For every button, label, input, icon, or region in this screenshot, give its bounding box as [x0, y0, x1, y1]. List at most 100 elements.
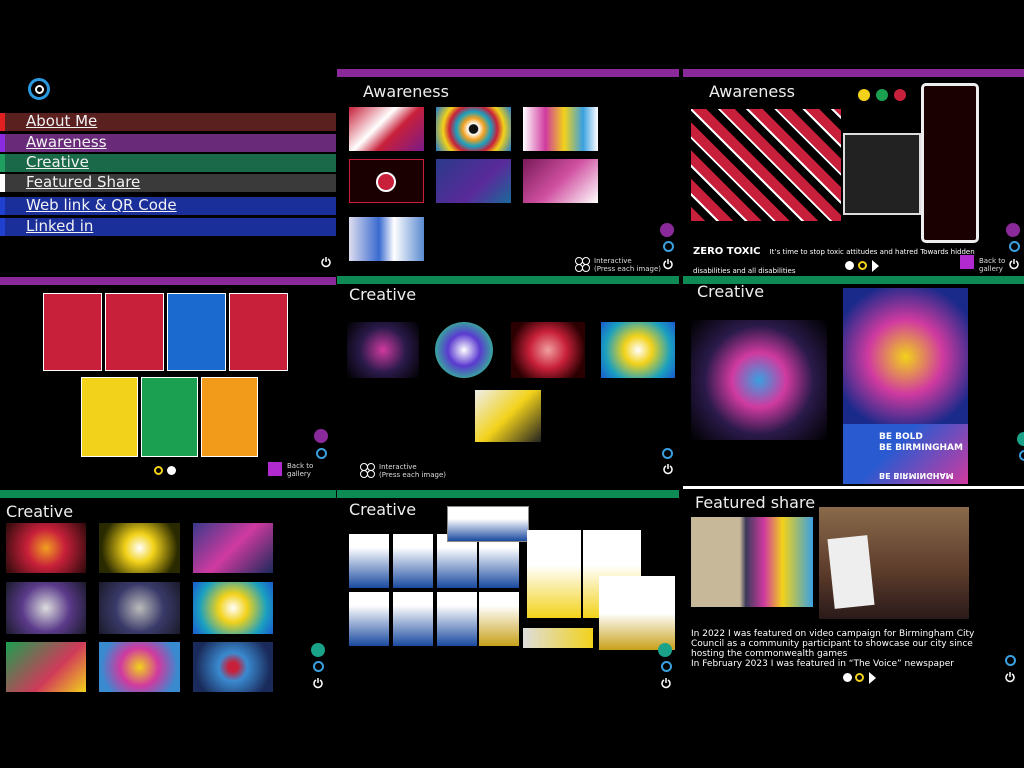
poster[interactable] — [81, 377, 138, 457]
gallery-thumb[interactable] — [475, 390, 541, 442]
creative-gallery-panel: Creative Interactive (Press each image) — [337, 276, 679, 483]
awareness-logo-icon — [858, 89, 908, 103]
refresh-icon[interactable] — [1009, 241, 1020, 252]
gallery-thumb[interactable] — [523, 159, 598, 203]
flyer[interactable] — [349, 592, 389, 646]
flyer[interactable] — [437, 534, 477, 588]
refresh-icon[interactable] — [1005, 655, 1016, 666]
awareness-detail-panel: Awareness ZERO TOXIC It’s time to stop t… — [683, 69, 1024, 276]
carousel-dot[interactable] — [154, 466, 163, 475]
nav-item-linked-in[interactable]: Linked in — [0, 217, 336, 236]
panel-title: Awareness — [363, 82, 449, 101]
refresh-icon[interactable] — [661, 661, 672, 672]
poster[interactable] — [201, 377, 258, 457]
nav-item-web-link-qr[interactable]: Web link & QR Code — [0, 196, 336, 215]
carousel-dot[interactable] — [855, 673, 864, 682]
next-arrow-icon[interactable] — [869, 672, 876, 684]
gallery-thumb[interactable] — [347, 322, 419, 378]
flyer-featured[interactable] — [447, 506, 529, 542]
gallery-thumb[interactable] — [435, 322, 493, 378]
back-to-gallery-icon[interactable] — [268, 462, 282, 476]
refresh-icon[interactable] — [663, 241, 674, 252]
power-icon[interactable] — [1008, 258, 1020, 270]
back-to-gallery-label[interactable]: Back to gallery — [979, 257, 1005, 273]
gallery-thumb[interactable] — [193, 642, 273, 692]
nav-item-awareness[interactable]: Awareness — [0, 133, 336, 152]
creative-grid-panel: Creative — [0, 490, 336, 768]
poster[interactable] — [43, 293, 102, 371]
awareness-marker-icon — [314, 429, 328, 443]
gallery-thumb[interactable] — [523, 107, 598, 151]
flyer[interactable] — [393, 592, 433, 646]
flyer[interactable] — [599, 576, 675, 650]
gallery-thumb[interactable] — [436, 159, 511, 203]
power-icon[interactable] — [1004, 671, 1016, 683]
poster[interactable] — [167, 293, 226, 371]
creative-marker-icon — [311, 643, 325, 657]
flyer[interactable] — [479, 534, 519, 588]
gallery-thumb[interactable] — [349, 107, 424, 151]
creative-salsa-panel: Creative — [337, 490, 679, 768]
interactive-hint: Interactive (Press each image) — [379, 463, 447, 479]
gallery-thumb[interactable] — [511, 322, 585, 378]
gallery-thumb[interactable] — [99, 642, 180, 692]
gallery-thumb[interactable] — [436, 107, 511, 151]
gallery-thumb[interactable] — [6, 523, 86, 573]
next-arrow-icon[interactable] — [872, 260, 879, 272]
featured-caption: In 2022 I was featured on video campaign… — [691, 629, 975, 669]
artwork-poster — [843, 288, 968, 426]
creative-detail-panel: Creative BE BOLD BE BIRMINGHAM BE BIRMIN… — [683, 276, 1024, 487]
poster[interactable] — [141, 377, 198, 457]
phone-mockup — [921, 83, 979, 243]
power-icon[interactable] — [312, 677, 324, 689]
carousel-dot[interactable] — [845, 261, 854, 270]
flyer[interactable] — [523, 628, 593, 648]
gallery-thumb[interactable] — [6, 582, 86, 634]
awareness-artwork — [691, 109, 841, 221]
refresh-icon[interactable] — [662, 448, 673, 459]
flyer[interactable] — [479, 592, 519, 646]
interactive-hint: Interactive (Press each image) — [594, 257, 662, 273]
carousel-dot[interactable] — [843, 673, 852, 682]
power-icon[interactable] — [660, 677, 672, 689]
refresh-icon[interactable] — [313, 661, 324, 672]
awareness-marker-icon — [660, 223, 674, 237]
power-icon[interactable] — [662, 258, 674, 270]
logo-icon — [28, 78, 50, 100]
awareness-posters-panel: Back to gallery — [0, 277, 336, 483]
refresh-icon[interactable] — [316, 448, 327, 459]
interactive-icon — [575, 257, 590, 272]
power-icon[interactable] — [662, 463, 674, 475]
carousel-dot[interactable] — [167, 466, 176, 475]
gallery-thumb[interactable] — [193, 582, 273, 634]
gallery-thumb[interactable] — [349, 159, 424, 203]
panel-title: Creative — [349, 285, 417, 304]
featured-share-panel: Featured share In 2022 I was featured on… — [683, 489, 1024, 768]
flyer[interactable] — [527, 530, 581, 618]
flyer[interactable] — [349, 534, 389, 588]
carousel-dot[interactable] — [858, 261, 867, 270]
back-to-gallery-icon[interactable] — [960, 255, 974, 269]
power-icon[interactable] — [320, 256, 332, 268]
creative-marker-icon — [658, 643, 672, 657]
gallery-thumb[interactable] — [99, 582, 180, 634]
flyer[interactable] — [393, 534, 433, 588]
gallery-thumb[interactable] — [193, 523, 273, 573]
newspaper-photo[interactable] — [819, 507, 969, 619]
laptop-mockup — [843, 133, 921, 215]
gallery-thumb[interactable] — [601, 322, 675, 378]
zero-toxic-banner: ZERO TOXIC It’s time to stop toxic attit… — [693, 246, 975, 275]
panel-title: Creative — [6, 502, 74, 521]
gallery-thumb[interactable] — [6, 642, 86, 692]
flyer[interactable] — [437, 592, 477, 646]
poster[interactable] — [105, 293, 164, 371]
nav-item-featured-share[interactable]: Featured Share — [0, 173, 336, 192]
gallery-thumb[interactable] — [349, 217, 424, 261]
back-to-gallery-label[interactable]: Back to gallery — [287, 462, 313, 478]
gallery-thumb[interactable] — [99, 523, 180, 573]
video-campaign-photo[interactable] — [691, 517, 813, 607]
nav-item-about-me[interactable]: About Me — [0, 112, 336, 131]
nav-item-creative[interactable]: Creative — [0, 153, 336, 172]
poster[interactable] — [229, 293, 288, 371]
refresh-icon[interactable] — [1019, 450, 1024, 461]
